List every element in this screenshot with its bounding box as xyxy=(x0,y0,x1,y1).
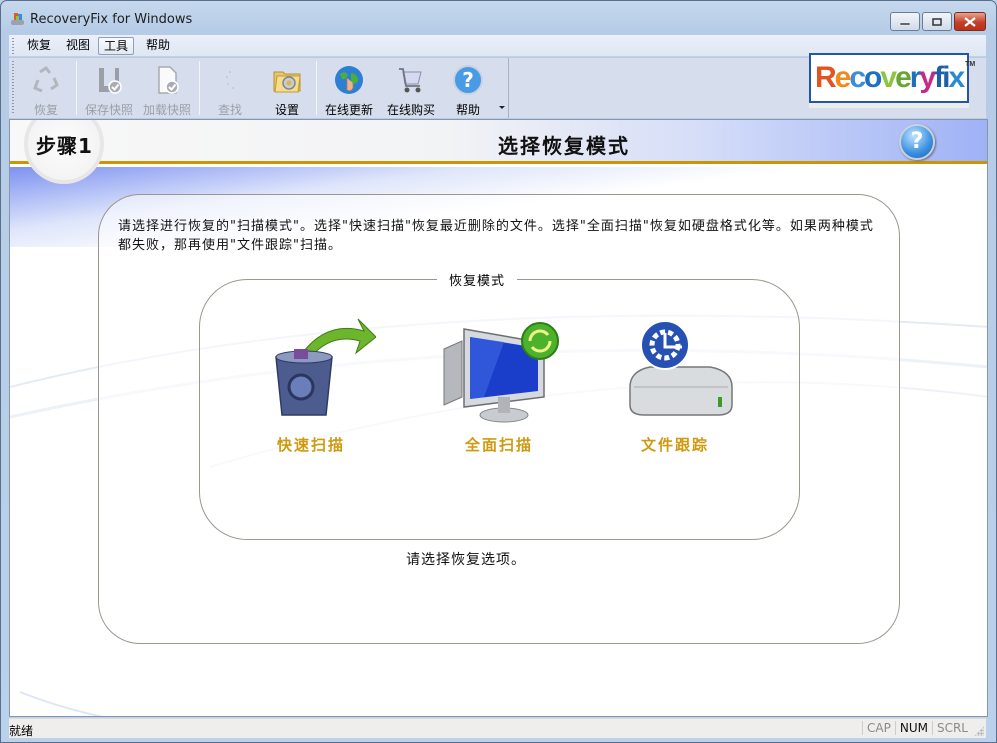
menu-grip[interactable] xyxy=(12,38,14,54)
maximize-button[interactable] xyxy=(922,12,952,31)
restore-icon xyxy=(932,17,942,26)
instructions-text: 请选择进行恢复的"扫描模式"。选择"快速扫描"恢复最近删除的文件。选择"全面扫描… xyxy=(118,219,874,253)
menu-tools[interactable]: 工具 xyxy=(98,37,135,55)
close-icon xyxy=(964,16,976,27)
toolbar-overflow-chevron-icon[interactable] xyxy=(499,106,505,109)
toolbar-separator xyxy=(76,61,77,115)
toolbar-buy-online-button[interactable]: 在线购买 xyxy=(384,60,438,117)
resize-grip[interactable] xyxy=(974,726,984,736)
toolbar-label: 帮助 xyxy=(455,103,480,117)
menu-recover[interactable]: 恢复 xyxy=(22,37,56,55)
logo-letter: v xyxy=(880,61,897,94)
wizard-content: 步骤1 选择恢复模式 ? 请选择进行恢复的"扫描模式"。选择"快速扫描"恢复最近… xyxy=(9,119,988,717)
scrl-indicator: SCRL xyxy=(931,721,972,735)
recycle-icon xyxy=(33,65,59,93)
save-snapshot-icon xyxy=(99,68,122,94)
menu-help[interactable]: 帮助 xyxy=(141,37,175,55)
toolbar-load-snapshot-button[interactable]: 加载快照 xyxy=(141,60,193,117)
step-label: 步骤1 xyxy=(36,134,93,158)
help-icon: ? xyxy=(453,65,483,95)
toolbar-settings-button[interactable]: 设置 xyxy=(266,60,308,117)
full-scan-option[interactable]: 全面扫描 xyxy=(424,315,574,455)
recycle-bin-arrow-icon xyxy=(275,318,377,416)
globe-update-icon xyxy=(335,66,363,94)
logo-letter: y xyxy=(919,61,936,94)
status-text: 就绪 xyxy=(9,724,34,738)
selection-hint: 请选择恢复选项。 xyxy=(406,552,526,568)
settings-folder-icon xyxy=(273,71,301,93)
step-title: 选择恢复模式 xyxy=(498,134,630,158)
toolbar-label: 在线购买 xyxy=(386,103,435,117)
toolbar-grip[interactable] xyxy=(12,61,14,115)
title-bar: RecoveryFix for Windows xyxy=(1,1,996,35)
search-icon xyxy=(226,71,234,89)
toolbar-save-snapshot-button[interactable]: 保存快照 xyxy=(83,60,135,117)
status-bar: 就绪 CAP NUM SCRL xyxy=(9,718,986,738)
cart-icon xyxy=(399,68,422,93)
help-icon: ? xyxy=(910,129,924,154)
file-trace-option[interactable]: 文件跟踪 xyxy=(600,315,750,455)
logo-letter: c xyxy=(849,61,866,94)
quick-scan-option[interactable]: 快速扫描 xyxy=(236,315,386,455)
toolbar-separator xyxy=(316,61,317,115)
toolbar-find-button[interactable]: 查找 xyxy=(209,60,251,117)
logo-letter: e xyxy=(895,61,912,94)
toolbar-recover-button[interactable]: 恢复 xyxy=(21,60,71,117)
logo-area: Re c o v e r y f i x TM xyxy=(809,53,975,108)
logo-letter: f xyxy=(934,61,944,94)
file-trace-label: 文件跟踪 xyxy=(640,436,709,454)
minimize-icon xyxy=(899,22,911,25)
cap-indicator: CAP xyxy=(862,721,895,735)
toolbar-label: 查找 xyxy=(217,103,242,117)
load-snapshot-icon xyxy=(158,66,179,94)
toolbar-help-button[interactable]: ? 帮助 xyxy=(447,60,489,117)
close-button[interactable] xyxy=(954,12,986,31)
recovery-mode-group-label: 恢复模式 xyxy=(437,270,518,289)
toolbar-separator xyxy=(199,61,200,115)
toolbar-label: 设置 xyxy=(274,103,299,117)
drive-trace-icon xyxy=(629,320,733,416)
logo-letter: r xyxy=(909,61,922,94)
logo-letter: e xyxy=(834,61,852,94)
menu-view[interactable]: 视图 xyxy=(61,37,95,55)
recoveryfix-logo: Re c o v e r y f i x TM xyxy=(809,53,975,103)
quick-scan-label: 快速扫描 xyxy=(276,436,345,454)
logo-letter: o xyxy=(864,61,882,94)
window-title: RecoveryFix for Windows xyxy=(30,12,193,27)
app-icon xyxy=(11,13,24,25)
minimize-button[interactable] xyxy=(890,12,920,31)
toolbar-label: 在线更新 xyxy=(324,103,373,117)
logo-letter: x xyxy=(948,61,965,94)
toolbar-label: 恢复 xyxy=(33,103,58,117)
trademark-mark: TM xyxy=(965,61,976,68)
step-header: 步骤1 选择恢复模式 ? xyxy=(10,120,987,184)
monitor-refresh-icon xyxy=(443,322,559,423)
toolbar-label: 加载快照 xyxy=(142,103,191,117)
logo-letter: R xyxy=(815,61,837,94)
num-indicator: NUM xyxy=(894,721,932,735)
full-scan-label: 全面扫描 xyxy=(464,436,533,454)
toolbar-label: 保存快照 xyxy=(84,103,133,117)
svg-text:?: ? xyxy=(462,68,474,92)
app-window: RecoveryFix for Windows 恢复 视图 工具 帮助 恢复 保… xyxy=(0,0,997,743)
help-button[interactable]: ? xyxy=(899,124,935,160)
toolbar-online-update-button[interactable]: 在线更新 xyxy=(322,60,376,117)
